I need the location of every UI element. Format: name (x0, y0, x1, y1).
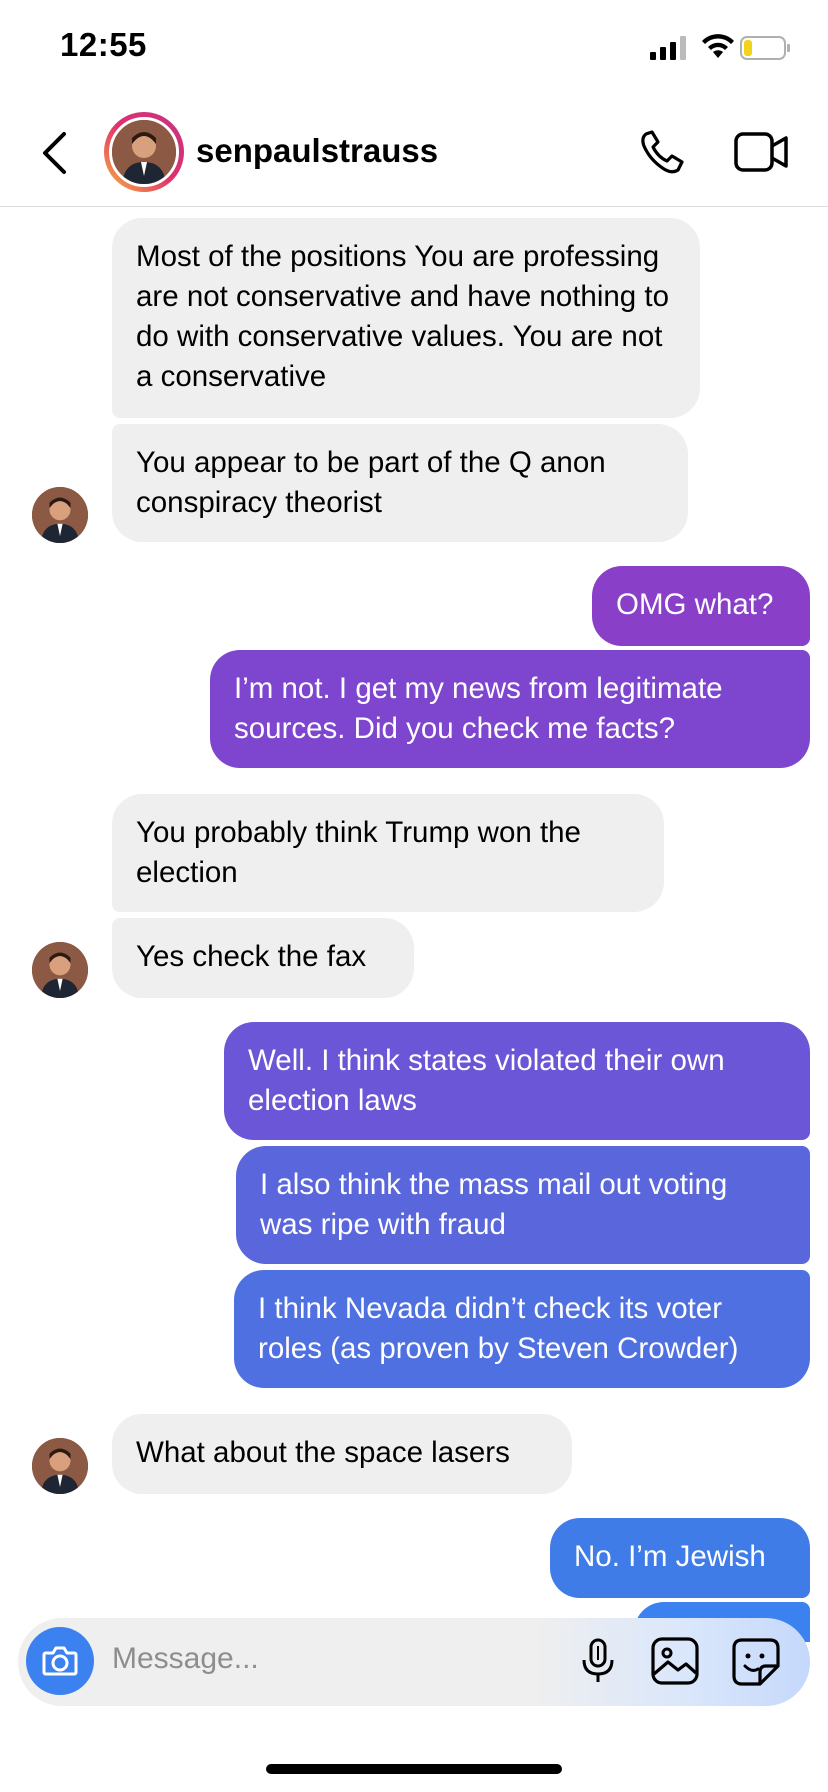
username[interactable]: senpaulstrauss (196, 132, 438, 170)
home-indicator[interactable] (266, 1764, 562, 1774)
avatar[interactable] (109, 117, 179, 187)
wifi-icon (702, 34, 734, 58)
message-incoming: You probably think Trump won the electio… (112, 794, 664, 912)
sender-avatar[interactable] (32, 487, 88, 543)
status-time: 12:55 (60, 26, 147, 63)
message-outgoing: I think Nevada didn’t check its voter ro… (234, 1270, 810, 1388)
signal-icon (650, 36, 686, 60)
message-outgoing: I also think the mass mail out voting wa… (236, 1146, 810, 1264)
phone-icon[interactable] (638, 128, 686, 176)
message-outgoing: Well. I think states violated their own … (224, 1022, 810, 1140)
message-outgoing: I’m not. I get my news from legitimate s… (210, 650, 810, 768)
message-incoming: What about the space lasers (112, 1414, 572, 1494)
mic-icon[interactable] (578, 1636, 618, 1686)
message-incoming: Most of the positions You are professing… (112, 218, 700, 418)
battery-icon (740, 36, 790, 60)
sender-avatar[interactable] (32, 942, 88, 998)
message-input[interactable]: Message... (112, 1642, 259, 1676)
sender-avatar[interactable] (32, 1438, 88, 1494)
message-outgoing: No. I’m Jewish (550, 1518, 810, 1598)
camera-button[interactable] (26, 1627, 94, 1695)
gallery-icon[interactable] (650, 1636, 700, 1686)
message-incoming: Yes check the fax (112, 918, 414, 998)
message-incoming: You appear to be part of the Q anon cons… (112, 424, 688, 542)
message-outgoing: OMG what? (592, 566, 810, 646)
camera-icon (42, 1646, 78, 1676)
back-icon[interactable] (40, 130, 70, 176)
video-icon[interactable] (734, 130, 788, 174)
sticker-icon[interactable] (730, 1636, 782, 1688)
